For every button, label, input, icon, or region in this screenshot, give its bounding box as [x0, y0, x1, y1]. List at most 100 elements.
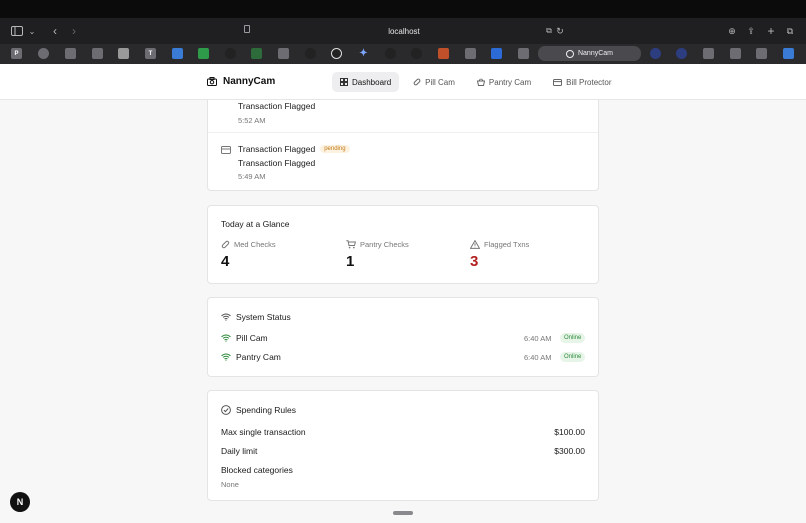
nav-label: Bill Protector: [566, 77, 612, 87]
url-text: localhost: [388, 26, 420, 36]
glance-flagged-txns: Flagged Txns 3: [470, 240, 529, 270]
brand[interactable]: NannyCam: [207, 76, 275, 87]
pinned-tab-icon[interactable]: P: [11, 48, 22, 59]
n-logo-icon: N: [16, 497, 24, 507]
pinned-tab-icon[interactable]: [650, 48, 661, 59]
address-field[interactable]: localhost: [244, 22, 564, 40]
reload-icon[interactable]: ↻: [552, 23, 568, 39]
rule-label: Blocked categories: [221, 465, 293, 475]
pill-icon: [221, 240, 230, 249]
tab-favicon-icon: [565, 49, 574, 58]
nav-label: Pantry Cam: [488, 77, 532, 87]
pinned-tab-icon[interactable]: T: [145, 48, 156, 59]
rule-label: Max single transaction: [221, 427, 306, 437]
app-header: NannyCam Dashboard Pill Cam Pantry Cam B…: [0, 64, 806, 100]
pinned-tab-icon[interactable]: [676, 48, 687, 59]
rules-title: Spending Rules: [236, 405, 297, 415]
rule-value: None: [221, 480, 239, 489]
tab-nannycam[interactable]: NannyCam: [538, 46, 641, 61]
pinned-tab-icon[interactable]: [730, 48, 741, 59]
pinned-tab-icon[interactable]: [491, 48, 502, 59]
nav-pill-cam[interactable]: Pill Cam: [405, 72, 463, 92]
browser-toolbar: ⌄ ‹ › localhost ⧉ ↻ ⊕ ⇪ + ⧉: [0, 18, 806, 44]
wifi-icon: [221, 353, 231, 361]
nav-pantry-cam[interactable]: Pantry Cam: [469, 72, 539, 92]
github-icon[interactable]: [411, 48, 422, 59]
github-icon[interactable]: [225, 48, 236, 59]
basket-icon: [476, 78, 485, 86]
system-status-card: System Status Pill Cam 6:40 AM Online Pa…: [207, 297, 599, 377]
card-title: Spending Rules: [221, 405, 296, 415]
glance-value: 3: [470, 253, 479, 270]
device-time: 6:40 AM: [524, 334, 552, 343]
sparkle-icon[interactable]: ✦: [358, 48, 369, 59]
glance-label: Flagged Txns: [484, 240, 530, 249]
pinned-tab-icon[interactable]: [92, 48, 103, 59]
credit-card-icon: [221, 146, 231, 154]
scroll-handle[interactable]: [393, 511, 413, 515]
device-row: Pantry Cam 6:40 AM Online: [208, 350, 598, 366]
pinned-tab-icon[interactable]: [118, 48, 129, 59]
back-icon[interactable]: ‹: [47, 23, 63, 39]
rule-label: Daily limit: [221, 446, 258, 456]
share-icon[interactable]: ⇪: [743, 23, 759, 39]
dev-tools-button[interactable]: N: [10, 492, 30, 512]
pinned-tab-icon[interactable]: [756, 48, 767, 59]
transaction-description: Transaction Flagged: [238, 158, 316, 168]
pinned-tab-icon[interactable]: [65, 48, 76, 59]
nav-dashboard[interactable]: Dashboard: [332, 72, 400, 92]
chevron-down-icon[interactable]: ⌄: [24, 23, 40, 39]
transactions-card: Transaction Flagged 5:52 AM Transaction …: [207, 92, 599, 191]
tab-overview-icon[interactable]: ⧉: [782, 23, 798, 39]
pinned-tab-icon[interactable]: [198, 48, 209, 59]
nav-bill-protector[interactable]: Bill Protector: [545, 72, 619, 92]
wifi-icon: [221, 313, 231, 321]
card-icon: [553, 78, 563, 86]
pinned-tab-icon[interactable]: [251, 48, 262, 59]
menu-bar: [0, 0, 806, 18]
pinned-tab-icon[interactable]: [518, 48, 529, 59]
transaction-title: Transaction Flagged: [238, 144, 316, 154]
warning-icon: [470, 240, 480, 249]
grid-icon: [340, 78, 348, 86]
status-badge: pending: [320, 145, 350, 153]
check-circle-icon: [221, 405, 231, 415]
transaction-time: 5:49 AM: [238, 172, 266, 181]
glance-med-checks: Med Checks 4: [221, 240, 276, 270]
pinned-tab-icon[interactable]: [465, 48, 476, 59]
status-badge: Online: [560, 352, 586, 362]
transaction-row[interactable]: Transaction Flagged pending Transaction …: [208, 134, 598, 190]
download-icon[interactable]: ⊕: [724, 23, 740, 39]
brand-name: NannyCam: [223, 76, 276, 87]
glance-value: 4: [221, 253, 230, 270]
glance-label: Med Checks: [234, 240, 276, 249]
device-time: 6:40 AM: [524, 353, 552, 362]
new-tab-icon[interactable]: +: [763, 23, 779, 39]
status-badge: Online: [560, 333, 586, 343]
sidebar-toggle-icon[interactable]: [9, 23, 25, 39]
pinned-tab-icon[interactable]: [783, 48, 794, 59]
wifi-icon: [221, 334, 231, 342]
rule-value: $100.00: [554, 427, 585, 437]
glance-label: Pantry Checks: [360, 240, 409, 249]
device-name: Pantry Cam: [236, 352, 281, 362]
forward-icon[interactable]: ›: [66, 23, 82, 39]
pinned-tab-icon[interactable]: [703, 48, 714, 59]
github-icon[interactable]: [385, 48, 396, 59]
spending-rules-card: Spending Rules Max single transaction $1…: [207, 390, 599, 501]
pinned-tab-icon[interactable]: [278, 48, 289, 59]
device-row: Pill Cam 6:40 AM Online: [208, 331, 598, 347]
tab-label: NannyCam: [577, 50, 613, 57]
rule-value: $300.00: [554, 446, 585, 456]
pinned-tab-icon[interactable]: [38, 48, 49, 59]
glance-card: Today at a Glance Med Checks 4 Pantry Ch…: [207, 205, 599, 284]
pinned-tab-icon[interactable]: [438, 48, 449, 59]
pinned-tab-icon[interactable]: [331, 48, 342, 59]
transaction-time: 5:52 AM: [238, 116, 266, 125]
pinned-tab-icon[interactable]: [172, 48, 183, 59]
device-name: Pill Cam: [236, 333, 268, 343]
pill-icon: [413, 78, 421, 86]
nav-label: Pill Cam: [425, 77, 455, 87]
card-title: Today at a Glance: [221, 219, 290, 229]
github-icon[interactable]: [305, 48, 316, 59]
